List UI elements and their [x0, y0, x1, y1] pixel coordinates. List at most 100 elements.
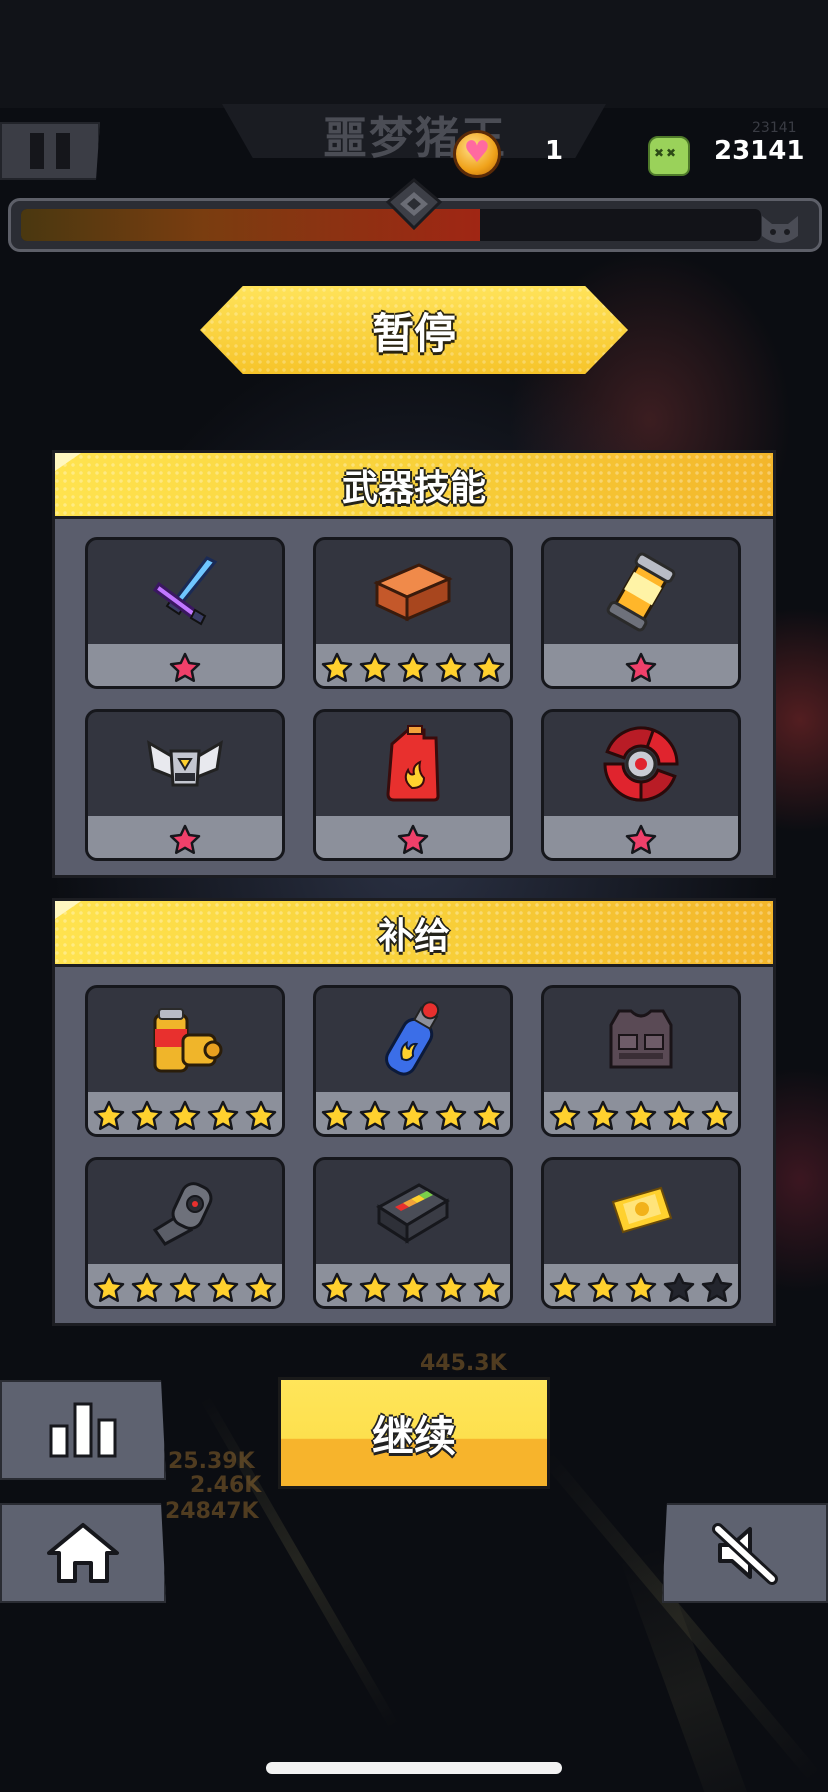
star-filled-icon — [587, 1272, 619, 1303]
star-filled-icon — [359, 1272, 391, 1303]
weapon-skills-panel: 武器技能 — [52, 450, 776, 878]
star-filled-icon — [435, 652, 467, 683]
supplies-panel: 补给 — [52, 898, 776, 1326]
fuel-can-icon — [316, 712, 510, 816]
star-rating — [544, 816, 738, 858]
supply-card[interactable] — [541, 1157, 741, 1309]
kill-count-shadow: 23141 — [752, 120, 797, 136]
continue-button[interactable]: 继续 — [278, 1377, 550, 1489]
mute-icon — [712, 1523, 778, 1585]
top-bar — [0, 0, 828, 108]
heart-coin-icon — [453, 130, 501, 178]
lives-count: 1 — [545, 136, 564, 166]
star-rating — [544, 644, 738, 686]
mute-button[interactable] — [662, 1503, 828, 1603]
star-filled-icon — [473, 1272, 505, 1303]
fire-extinguisher-icon — [316, 988, 510, 1092]
star-filled-icon — [701, 1100, 733, 1131]
pause-icon — [30, 133, 44, 169]
star-filled-icon — [321, 652, 353, 683]
star-filled-icon — [473, 1100, 505, 1131]
star-empty-icon — [701, 1272, 733, 1303]
star-filled-icon — [169, 824, 201, 855]
star-empty-icon — [663, 1272, 695, 1303]
weapon-card[interactable] — [541, 709, 741, 861]
weapon-card[interactable] — [313, 537, 513, 689]
star-filled-icon — [435, 1272, 467, 1303]
supply-card[interactable] — [313, 985, 513, 1137]
star-filled-icon — [245, 1100, 277, 1131]
boss-marker-icon — [386, 178, 442, 230]
supplies-header: 补给 — [55, 901, 773, 967]
grenade-canister-icon — [544, 540, 738, 644]
star-rating — [88, 644, 282, 686]
star-rating — [544, 1092, 738, 1134]
star-filled-icon — [93, 1100, 125, 1131]
brick-icon — [316, 540, 510, 644]
weapon-skills-grid — [85, 537, 745, 861]
star-filled-icon — [169, 1100, 201, 1131]
bar-chart-icon — [49, 1402, 117, 1458]
weapon-card[interactable] — [541, 537, 741, 689]
star-rating — [316, 1092, 510, 1134]
star-filled-icon — [207, 1100, 239, 1131]
supplies-title: 补给 — [377, 915, 450, 957]
weapon-card[interactable] — [313, 709, 513, 861]
damage-number: 2.46K — [190, 1473, 262, 1498]
weapon-card[interactable] — [85, 709, 285, 861]
star-filled-icon — [93, 1272, 125, 1303]
spinning-blade-icon — [544, 712, 738, 816]
home-indicator-bar[interactable] — [266, 1762, 562, 1774]
star-filled-icon — [207, 1272, 239, 1303]
home-icon — [47, 1523, 119, 1583]
star-filled-icon — [131, 1100, 163, 1131]
supply-card[interactable] — [541, 985, 741, 1137]
star-filled-icon — [397, 652, 429, 683]
pause-title-banner: 暂停 — [200, 286, 628, 374]
pause-icon — [56, 133, 70, 169]
star-rating — [88, 1264, 282, 1306]
star-filled-icon — [587, 1100, 619, 1131]
star-filled-icon — [549, 1272, 581, 1303]
supply-card[interactable] — [85, 985, 285, 1137]
stats-button[interactable] — [0, 1380, 166, 1480]
star-filled-icon — [245, 1272, 277, 1303]
continue-label: 继续 — [371, 1411, 456, 1461]
armor-vest-icon — [544, 988, 738, 1092]
star-filled-icon — [625, 652, 657, 683]
star-filled-icon — [169, 652, 201, 683]
weapon-skills-title: 武器技能 — [341, 467, 486, 509]
gold-ticket-icon — [544, 1160, 738, 1264]
damage-number: 24847K — [165, 1499, 259, 1524]
star-filled-icon — [625, 824, 657, 855]
star-filled-icon — [397, 824, 429, 855]
home-button[interactable] — [0, 1503, 166, 1603]
supply-card[interactable] — [85, 1157, 285, 1309]
star-filled-icon — [359, 652, 391, 683]
star-rating — [316, 644, 510, 686]
star-filled-icon — [321, 1100, 353, 1131]
star-rating — [316, 1264, 510, 1306]
supply-card[interactable] — [313, 1157, 513, 1309]
star-rating — [88, 816, 282, 858]
star-filled-icon — [397, 1272, 429, 1303]
star-filled-icon — [663, 1100, 695, 1131]
star-filled-icon — [169, 1272, 201, 1303]
star-filled-icon — [397, 1100, 429, 1131]
kill-count: 23141 — [714, 136, 805, 166]
cat-boss-icon — [762, 216, 798, 243]
star-filled-icon — [359, 1100, 391, 1131]
star-filled-icon — [321, 1272, 353, 1303]
star-filled-icon — [625, 1272, 657, 1303]
robot-arm-icon — [88, 1160, 282, 1264]
battery-canister-icon — [88, 988, 282, 1092]
supplies-grid — [85, 985, 745, 1309]
weapon-card[interactable] — [85, 537, 285, 689]
star-rating — [544, 1264, 738, 1306]
star-filled-icon — [435, 1100, 467, 1131]
twin-blades-icon — [88, 540, 282, 644]
star-filled-icon — [473, 652, 505, 683]
damage-number: 445.3K — [420, 1351, 507, 1376]
weapon-skills-header: 武器技能 — [55, 453, 773, 519]
pause-button[interactable] — [0, 122, 100, 180]
